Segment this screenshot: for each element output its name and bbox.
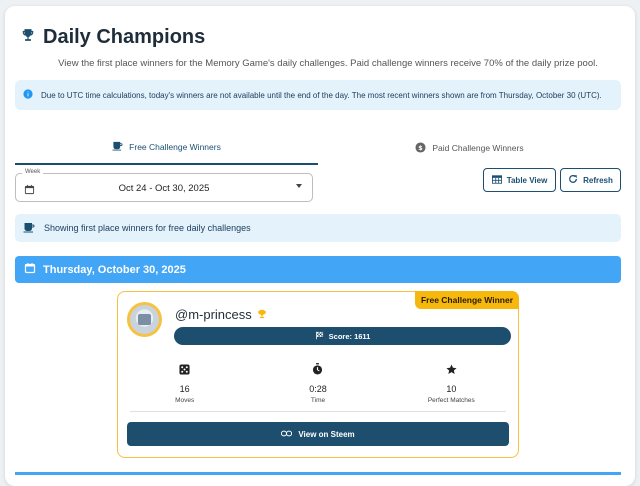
- week-select-value: Oct 24 - Oct 30, 2025: [118, 183, 210, 194]
- tab-paid-label: Paid Challenge Winners: [432, 143, 524, 153]
- score-text: Score: 1611: [328, 331, 371, 341]
- week-select-label: Week: [22, 169, 44, 175]
- winner-card: Free Challenge Winner @m-princess Score:…: [117, 291, 519, 458]
- view-on-steem-label: View on Steem: [298, 429, 355, 439]
- calendar-icon: [24, 262, 36, 277]
- stat-perfect-matches-label: Perfect Matches: [427, 397, 475, 404]
- showing-banner: Showing first place winners for free dai…: [15, 214, 621, 242]
- challenge-tabs: Free Challenge Winners $ Paid Challenge …: [15, 131, 621, 165]
- coffee-cup-icon: [23, 222, 35, 235]
- svg-text:$: $: [419, 143, 424, 151]
- next-section-edge: [15, 472, 621, 475]
- stat-time-value: 0:28: [309, 384, 327, 394]
- stat-moves-label: Moves: [175, 397, 195, 404]
- stat-moves-value: 16: [179, 384, 190, 394]
- checkered-flag-icon: [315, 331, 324, 342]
- info-banner: Due to UTC time calculations, today's wi…: [15, 80, 621, 110]
- info-banner-text: Due to UTC time calculations, today's wi…: [41, 90, 602, 100]
- tab-free-label: Free Challenge Winners: [129, 142, 221, 152]
- winner-username: @m-princess: [175, 307, 267, 322]
- champions-card: Daily Champions View the first place win…: [5, 6, 635, 486]
- stat-time-label: Time: [310, 397, 326, 404]
- stat-time: 0:28 Time: [251, 362, 384, 404]
- page-title-text: Daily Champions: [43, 26, 206, 48]
- divider: [130, 411, 506, 412]
- trophy-icon: [21, 28, 35, 47]
- coffee-cup-icon: [112, 141, 123, 153]
- trophy-icon: [257, 307, 267, 322]
- table-view-label: Table View: [506, 175, 548, 185]
- tab-paid-challenge-winners[interactable]: $ Paid Challenge Winners: [318, 131, 621, 165]
- refresh-button[interactable]: Refresh: [560, 168, 621, 192]
- date-header: Thursday, October 30, 2025: [15, 256, 621, 283]
- username-text: @m-princess: [175, 307, 252, 322]
- date-header-text: Thursday, October 30, 2025: [43, 263, 186, 276]
- dollar-coin-icon: $: [415, 141, 426, 155]
- stopwatch-icon: [312, 362, 323, 380]
- star-icon: [446, 362, 457, 380]
- winner-badge: Free Challenge Winner: [414, 291, 519, 309]
- tab-free-challenge-winners[interactable]: Free Challenge Winners: [15, 131, 318, 165]
- showing-banner-text: Showing first place winners for free dai…: [44, 223, 251, 233]
- stat-perfect-matches: 10 Perfect Matches: [385, 362, 518, 404]
- stat-moves: 16 Moves: [118, 362, 251, 404]
- table-icon: [491, 174, 502, 186]
- stats-row: 16 Moves 0:28 Time 10 Perfect Matches: [118, 362, 518, 404]
- chevron-down-icon: [296, 184, 302, 188]
- page-subtitle: View the first place winners for the Mem…: [58, 58, 598, 69]
- info-icon: [23, 89, 33, 101]
- link-icon: [281, 430, 293, 439]
- avatar[interactable]: [127, 302, 162, 337]
- refresh-icon: [568, 174, 578, 186]
- view-on-steem-button[interactable]: View on Steem: [127, 422, 509, 446]
- week-select[interactable]: Week Oct 24 - Oct 30, 2025: [15, 169, 313, 202]
- stat-perfect-matches-value: 10: [446, 384, 457, 394]
- score-pill: Score: 1611: [174, 327, 511, 345]
- page-title: Daily Champions: [21, 26, 205, 49]
- table-view-button[interactable]: Table View: [483, 168, 556, 192]
- dice-icon: [179, 362, 190, 380]
- refresh-label: Refresh: [583, 175, 613, 185]
